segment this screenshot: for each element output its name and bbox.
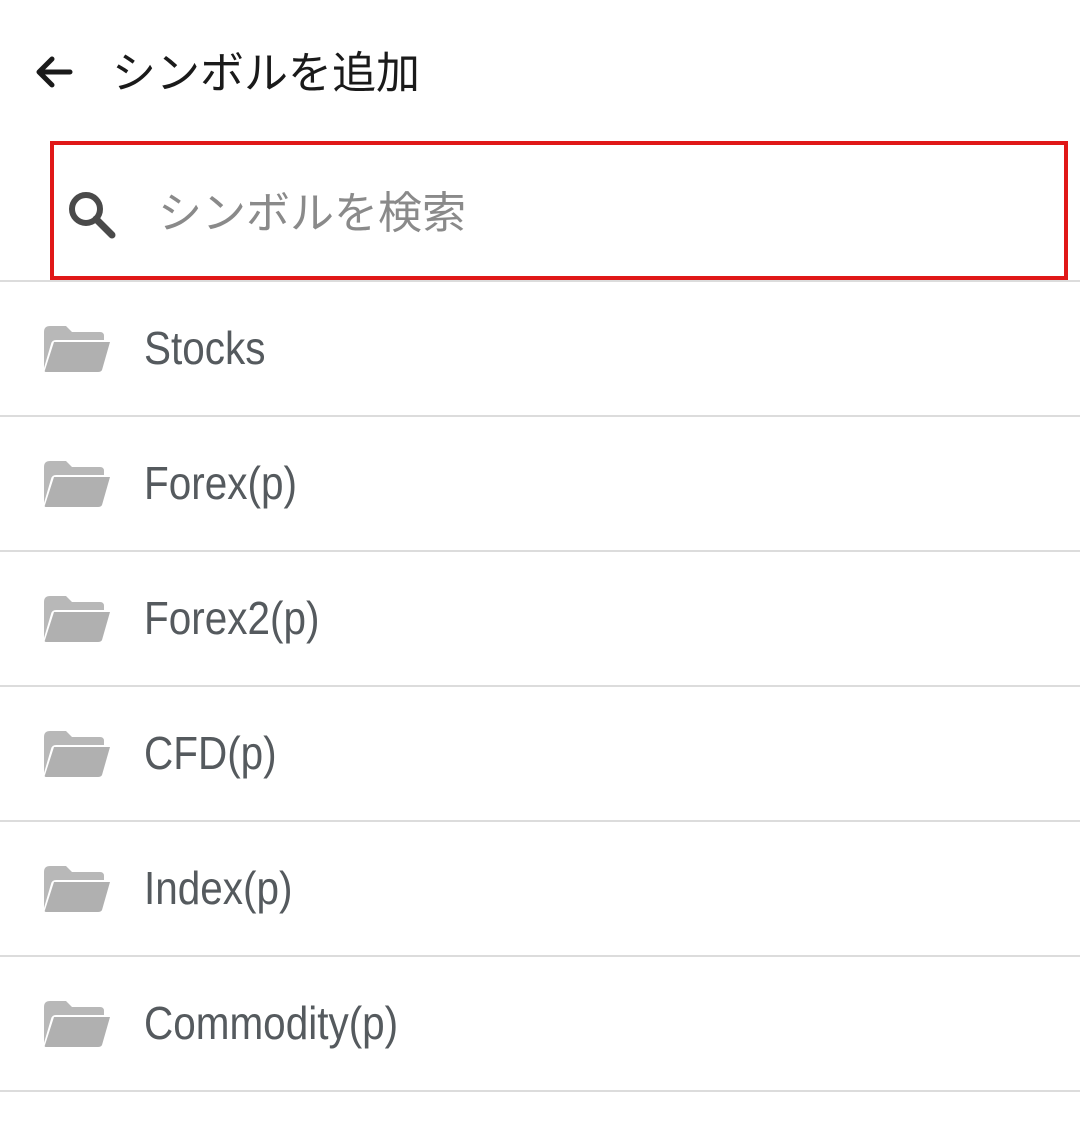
folder-item-forex[interactable]: Forex(p) bbox=[0, 417, 1080, 552]
search-box[interactable] bbox=[50, 141, 1068, 280]
search-icon bbox=[69, 192, 116, 239]
folder-label: Commodity(p) bbox=[144, 997, 399, 1049]
folder-label: CFD(p) bbox=[144, 727, 277, 779]
folder-icon bbox=[44, 1001, 110, 1047]
arrow-left-icon bbox=[36, 56, 73, 88]
search-input[interactable] bbox=[158, 175, 1038, 251]
folder-item-forex2[interactable]: Forex2(p) bbox=[0, 552, 1080, 687]
folder-icon bbox=[44, 596, 110, 642]
app-bar: シンボルを追加 bbox=[0, 0, 1080, 140]
page-title: シンボルを追加 bbox=[112, 48, 420, 99]
folder-icon bbox=[44, 866, 110, 912]
folder-label: Index(p) bbox=[144, 862, 293, 914]
folder-item-commodity[interactable]: Commodity(p) bbox=[0, 957, 1080, 1092]
back-button[interactable] bbox=[22, 40, 86, 104]
folder-item-index[interactable]: Index(p) bbox=[0, 822, 1080, 957]
folder-list: Stocks Forex(p) Forex2(p) CFD(p) Index(p… bbox=[0, 282, 1080, 1092]
folder-label: Stocks bbox=[144, 322, 266, 374]
folder-label: Forex(p) bbox=[144, 457, 297, 509]
folder-item-cfd[interactable]: CFD(p) bbox=[0, 687, 1080, 822]
folder-label: Forex2(p) bbox=[144, 592, 320, 644]
folder-icon bbox=[44, 326, 110, 372]
folder-item-stocks[interactable]: Stocks bbox=[0, 282, 1080, 417]
folder-icon bbox=[44, 731, 110, 777]
folder-icon bbox=[44, 461, 110, 507]
